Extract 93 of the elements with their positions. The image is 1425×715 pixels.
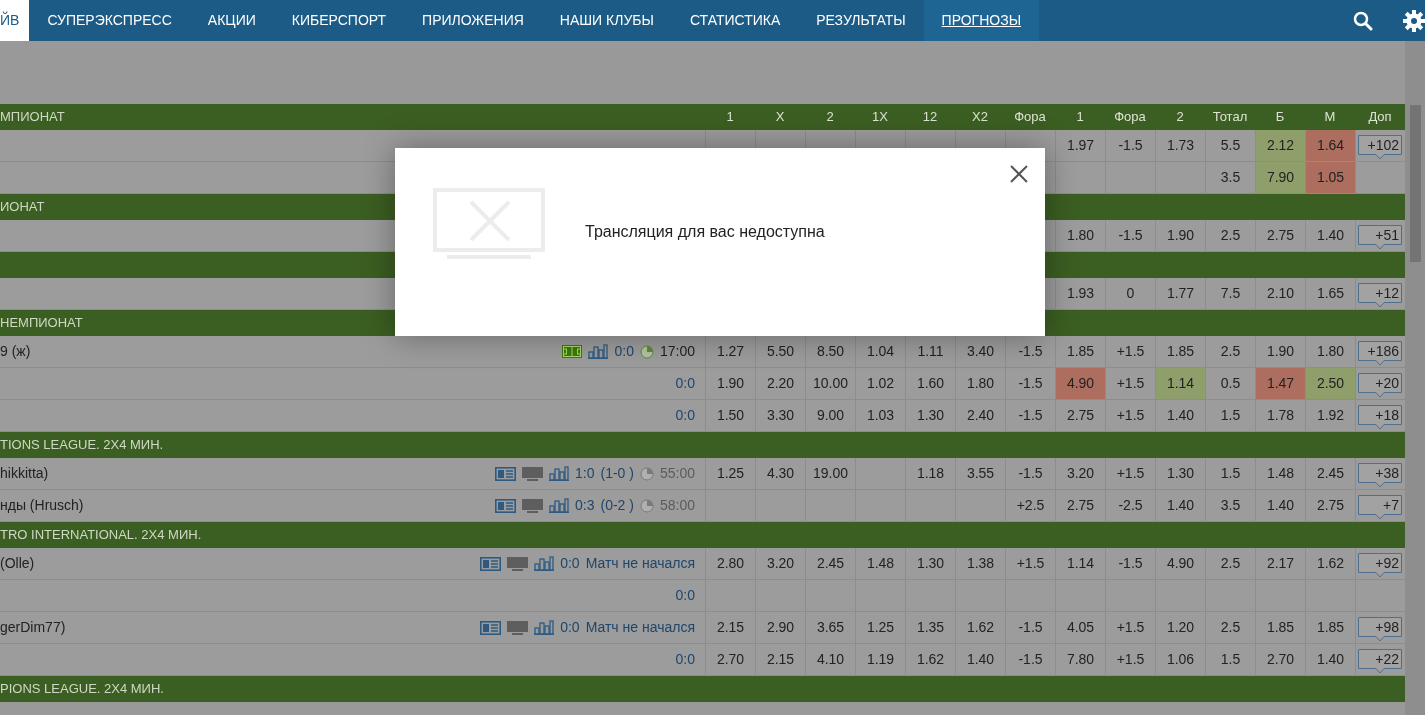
section-title: TIONS LEAGUE. 2X4 МИН. xyxy=(0,436,165,455)
odds-cell[interactable]: 2.50 xyxy=(1305,368,1355,399)
search-icon[interactable] xyxy=(1353,10,1373,31)
nav-link[interactable]: СУПЕРЭКСПРЕСС xyxy=(29,0,190,41)
section-title: ИОНАТ xyxy=(0,198,46,217)
close-icon xyxy=(1009,164,1029,184)
team-name: gerDim77) xyxy=(0,618,66,637)
column-header: Фора xyxy=(1113,108,1147,127)
nav-link[interactable]: ПРОГНОЗЫ xyxy=(923,0,1040,41)
nav-link[interactable]: АКЦИИ xyxy=(189,0,274,41)
scrollbar[interactable] xyxy=(1405,41,1425,715)
column-header: 1X xyxy=(871,108,889,127)
odds-cell[interactable]: 2.12 xyxy=(1255,130,1305,161)
settings-icon[interactable] xyxy=(1403,9,1425,32)
score: 0:0 xyxy=(675,374,695,393)
odds-cell[interactable]: 1.14 xyxy=(1155,368,1205,399)
score: 1:0 xyxy=(575,464,595,483)
more-bets-button[interactable]: +51 xyxy=(1358,225,1403,251)
team-name: 9 (ж) xyxy=(0,342,31,361)
odds-cell[interactable]: 1.05 xyxy=(1305,162,1355,193)
column-header: Доп xyxy=(1367,108,1393,127)
more-bets-button[interactable]: +186 xyxy=(1358,341,1403,367)
team-name: hikkitta) xyxy=(0,464,49,483)
modal-message: Трансляция для вас недоступна xyxy=(585,222,825,242)
section-title: МПИОНАТ xyxy=(0,108,66,127)
scoreboard-icon xyxy=(495,466,517,481)
nav-link[interactable]: ПРИЛОЖЕНИЯ xyxy=(404,0,542,41)
more-bets-button[interactable]: +20 xyxy=(1358,373,1403,399)
monitor-icon xyxy=(507,620,529,635)
team-name: нды (Hrusch) xyxy=(0,496,84,515)
column-header: 1 xyxy=(1075,108,1085,127)
odds-cell[interactable]: 1.64 xyxy=(1305,130,1355,161)
more-bets-button[interactable]: +38 xyxy=(1358,463,1403,489)
more-bets-button[interactable]: +92 xyxy=(1358,553,1403,579)
more-bets-button[interactable]: +22 xyxy=(1358,649,1403,675)
monitor-icon xyxy=(522,498,544,513)
score: 0:0 xyxy=(560,618,580,637)
column-header: М xyxy=(1323,108,1337,127)
clock-icon xyxy=(639,344,654,359)
clock-icon xyxy=(639,498,654,513)
match-status: Матч не начался xyxy=(585,618,695,637)
column-header: X xyxy=(774,108,786,127)
match-time: 55:00 xyxy=(659,464,695,483)
score: 0:0 xyxy=(675,586,695,605)
monitor-icon xyxy=(507,556,529,571)
match-time: 17:00 xyxy=(659,342,695,361)
match-status: Матч не начался xyxy=(585,554,695,573)
chart-icon xyxy=(588,344,609,359)
odds-cell[interactable]: 1.47 xyxy=(1255,368,1305,399)
nav-link[interactable]: КИБЕРСПОРТ xyxy=(273,0,405,41)
monitor-icon xyxy=(522,466,544,481)
chart-icon xyxy=(534,556,555,571)
match-time: 58:00 xyxy=(659,496,695,515)
score: 0:3 xyxy=(575,496,595,515)
scoreboard-icon xyxy=(495,498,517,513)
column-header: Б xyxy=(1274,108,1286,127)
more-bets-button[interactable]: +18 xyxy=(1358,405,1403,431)
half-score: (0-2 ) xyxy=(600,496,634,515)
chart-icon xyxy=(534,620,555,635)
section-title: PIONS LEAGUE. 2X4 МИН. xyxy=(0,680,165,699)
more-bets-button[interactable]: +7 xyxy=(1358,495,1403,521)
clock-icon xyxy=(639,466,654,481)
more-bets-button[interactable]: +102 xyxy=(1358,135,1403,161)
column-header: 12 xyxy=(921,108,939,127)
column-header: Тотал xyxy=(1211,108,1249,127)
score: 0:0 xyxy=(560,554,580,573)
chart-icon xyxy=(549,498,570,513)
score: 0:0 xyxy=(675,650,695,669)
column-header: X2 xyxy=(971,108,989,127)
scoreboard-icon xyxy=(480,556,502,571)
column-header: 1 xyxy=(725,108,735,127)
field-icon xyxy=(562,345,583,358)
team-name: (Olle) xyxy=(0,554,35,573)
odds-cell[interactable]: 4.90 xyxy=(1055,368,1105,399)
column-header: Фора xyxy=(1013,108,1047,127)
more-bets-button[interactable]: +12 xyxy=(1358,283,1403,309)
section-title: НЕМПИОНАТ xyxy=(0,314,84,333)
half-score: (1-0 ) xyxy=(600,464,634,483)
nav-link[interactable]: ЙВ xyxy=(0,0,30,41)
chart-icon xyxy=(549,466,570,481)
score: 0:0 xyxy=(675,406,695,425)
close-button[interactable] xyxy=(1009,164,1029,184)
scoreboard-icon xyxy=(480,620,502,635)
column-header: 2 xyxy=(1175,108,1185,127)
odds-cell[interactable]: 7.90 xyxy=(1255,162,1305,193)
nav-link[interactable]: РЕЗУЛЬТАТЫ xyxy=(798,0,924,41)
nav-link[interactable]: НАШИ КЛУБЫ xyxy=(541,0,672,41)
nav-link[interactable]: СТАТИСТИКА xyxy=(671,0,799,41)
column-header: 2 xyxy=(825,108,835,127)
more-bets-button[interactable]: +98 xyxy=(1358,617,1403,643)
score: 0:0 xyxy=(614,342,634,361)
scrollbar-thumb[interactable] xyxy=(1410,105,1421,262)
section-title: TRO INTERNATIONAL. 2X4 МИН. xyxy=(0,526,203,545)
